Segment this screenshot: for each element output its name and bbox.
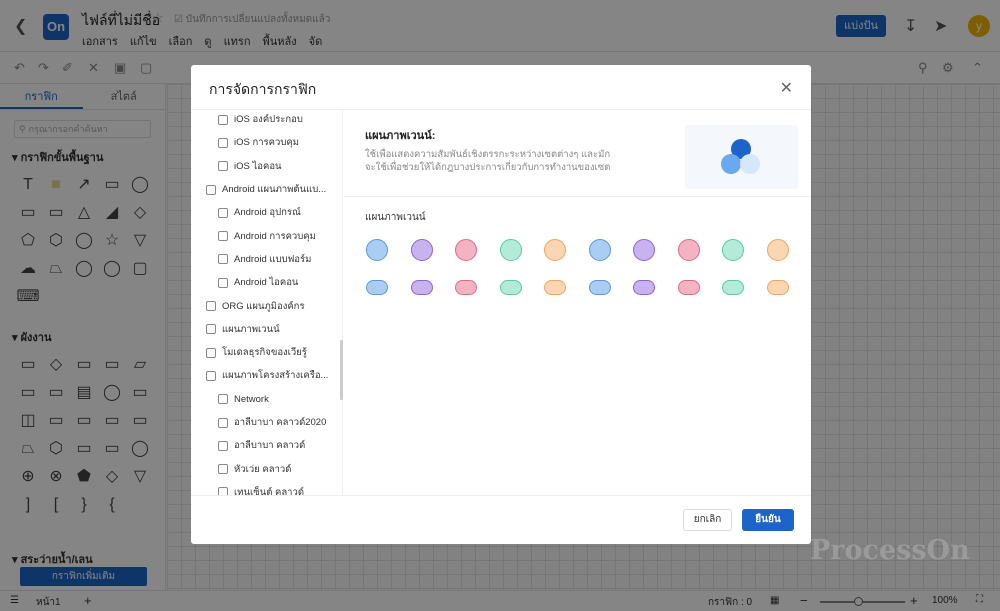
- library-checkbox[interactable]: [218, 277, 228, 288]
- library-checkbox[interactable]: [218, 207, 228, 218]
- library-list-item[interactable]: iOS องค์ประกอบ: [191, 110, 342, 131]
- library-checkbox[interactable]: [206, 347, 216, 358]
- library-label: โมเดลธุรกิจของเวียรู้: [222, 347, 307, 359]
- library-checkbox[interactable]: [218, 114, 228, 125]
- library-checkbox[interactable]: [218, 487, 228, 495]
- library-list-item[interactable]: Android ไอคอน: [191, 271, 342, 294]
- library-checkbox[interactable]: [218, 161, 228, 172]
- library-label: อาลีบาบา คลาวด์2020: [234, 417, 327, 428]
- library-label: แผนภาพโครงสร้างเครือ...: [222, 370, 329, 382]
- library-list-item[interactable]: อาลีบาบา คลาวด์: [191, 434, 342, 457]
- library-list-item[interactable]: แผนภาพเวนน์: [191, 318, 342, 341]
- venn-circle-shape[interactable]: [499, 239, 522, 261]
- venn-circle-shape[interactable]: [677, 239, 700, 261]
- library-list-item[interactable]: Android แบบฟอร์ม: [191, 248, 342, 271]
- library-label: Network: [234, 393, 269, 405]
- close-icon[interactable]: ✕: [780, 78, 793, 98]
- venn-circle-shape[interactable]: [766, 239, 789, 261]
- library-label: Android การควบคุม: [234, 230, 316, 242]
- library-list-item[interactable]: iOS การควบคุม: [191, 131, 342, 154]
- venn-circle-shape[interactable]: [544, 239, 566, 261]
- venn-circle-shape[interactable]: [366, 239, 388, 261]
- graphics-manager-dialog: การจัดการกราฟิก ✕ iOS องค์ประกอบ iOS การค…: [191, 65, 811, 544]
- venn-circle-shape[interactable]: [722, 239, 744, 261]
- library-checkbox[interactable]: [218, 440, 228, 451]
- library-label: หัวเว่ย คลาวด์: [234, 463, 292, 475]
- library-label: Android แบบฟอร์ม: [234, 253, 312, 265]
- library-label: Android แผนภาพต้นแบ...: [222, 184, 327, 196]
- library-checkbox[interactable]: [218, 254, 228, 265]
- library-label: iOS องค์ประกอบ: [234, 114, 303, 126]
- library-label: iOS การควบคุม: [234, 137, 300, 149]
- library-checkbox[interactable]: [218, 417, 228, 428]
- library-label: เทนเซ็นต์ คลาวด์: [234, 486, 305, 495]
- library-list-item[interactable]: Android การควบคุม: [191, 224, 342, 247]
- library-checkbox[interactable]: [218, 137, 228, 148]
- graphics-library-list: iOS องค์ประกอบ iOS การควบคุม iOS ไอคอน Andr…: [191, 110, 343, 495]
- venn-circle-shape[interactable]: [410, 239, 433, 261]
- library-label: อาลีบาบา คลาวด์: [234, 440, 306, 452]
- library-checkbox[interactable]: [206, 370, 216, 381]
- watermark: ProcessOn: [810, 535, 970, 566]
- library-list-item[interactable]: เทนเซ็นต์ คลาวด์: [191, 481, 342, 495]
- library-list-item[interactable]: ORG แผนภูมิองค์กร: [191, 294, 342, 317]
- venn-ellipse-shape[interactable]: [633, 280, 655, 295]
- venn-circle-shape[interactable]: [633, 239, 655, 261]
- library-label: Android อุปกรณ์: [234, 207, 301, 219]
- venn-ellipse-shape[interactable]: [410, 280, 433, 295]
- library-checkbox[interactable]: [206, 301, 216, 312]
- library-list-item[interactable]: โมเดลธุรกิจของเวียรู้: [191, 341, 342, 364]
- library-list-item[interactable]: Android อุปกรณ์: [191, 201, 342, 224]
- cancel-button[interactable]: ยกเลิก: [683, 509, 732, 531]
- shapes-heading: แผนภาพเวนน์: [365, 212, 426, 223]
- library-list-item[interactable]: แผนภาพโครงสร้างเครือ...: [191, 364, 342, 387]
- venn-circle-shape[interactable]: [455, 239, 477, 261]
- detail-description: ใช้เพื่อแสดงความสัมพันธ์เชิงตรรกะระหว่าง…: [365, 149, 611, 173]
- venn-ellipse-shape[interactable]: [677, 280, 700, 295]
- venn-ellipse-shape[interactable]: [766, 280, 789, 295]
- venn-ellipse-shape[interactable]: [588, 280, 611, 295]
- library-label: แผนภาพเวนน์: [222, 323, 280, 335]
- library-detail-panel: แผนภาพเวนน์: ใช้เพื่อแสดงความสัมพันธ์เชิ…: [344, 110, 811, 495]
- library-checkbox[interactable]: [206, 184, 216, 195]
- dialog-footer-divider: [191, 495, 811, 496]
- library-list-item[interactable]: Android แผนภาพต้นแบ...: [191, 178, 342, 201]
- library-label: Android ไอคอน: [234, 277, 299, 289]
- library-list-item[interactable]: อาลีบาบา คลาวด์2020: [191, 411, 342, 434]
- library-label: iOS ไอคอน: [234, 160, 282, 172]
- library-checkbox[interactable]: [206, 324, 216, 335]
- list-scrollbar[interactable]: [340, 340, 343, 400]
- detail-divider: [344, 196, 811, 197]
- library-label: ORG แผนภูมิองค์กร: [222, 300, 305, 312]
- venn-circle-row: [366, 239, 789, 261]
- venn-ellipse-shape[interactable]: [544, 280, 566, 295]
- library-checkbox[interactable]: [218, 394, 228, 405]
- confirm-button[interactable]: ยืนยัน: [742, 509, 794, 531]
- library-list-item[interactable]: Network: [191, 388, 342, 411]
- dialog-title: การจัดการกราฟิก: [209, 81, 317, 97]
- venn-ellipse-shape[interactable]: [366, 280, 388, 295]
- venn-preview-image: [685, 125, 798, 189]
- venn-ellipse-shape[interactable]: [455, 280, 477, 295]
- library-list-item[interactable]: หัวเว่ย คลาวด์: [191, 457, 342, 480]
- detail-title: แผนภาพเวนน์:: [365, 130, 436, 142]
- library-checkbox[interactable]: [218, 464, 228, 475]
- venn-ellipse-shape[interactable]: [499, 280, 522, 295]
- venn-ellipse-shape[interactable]: [722, 280, 744, 295]
- venn-ellipse-row: [366, 280, 789, 295]
- library-checkbox[interactable]: [218, 231, 228, 242]
- venn-circle-shape[interactable]: [588, 239, 611, 261]
- library-list-item[interactable]: iOS ไอคอน: [191, 155, 342, 178]
